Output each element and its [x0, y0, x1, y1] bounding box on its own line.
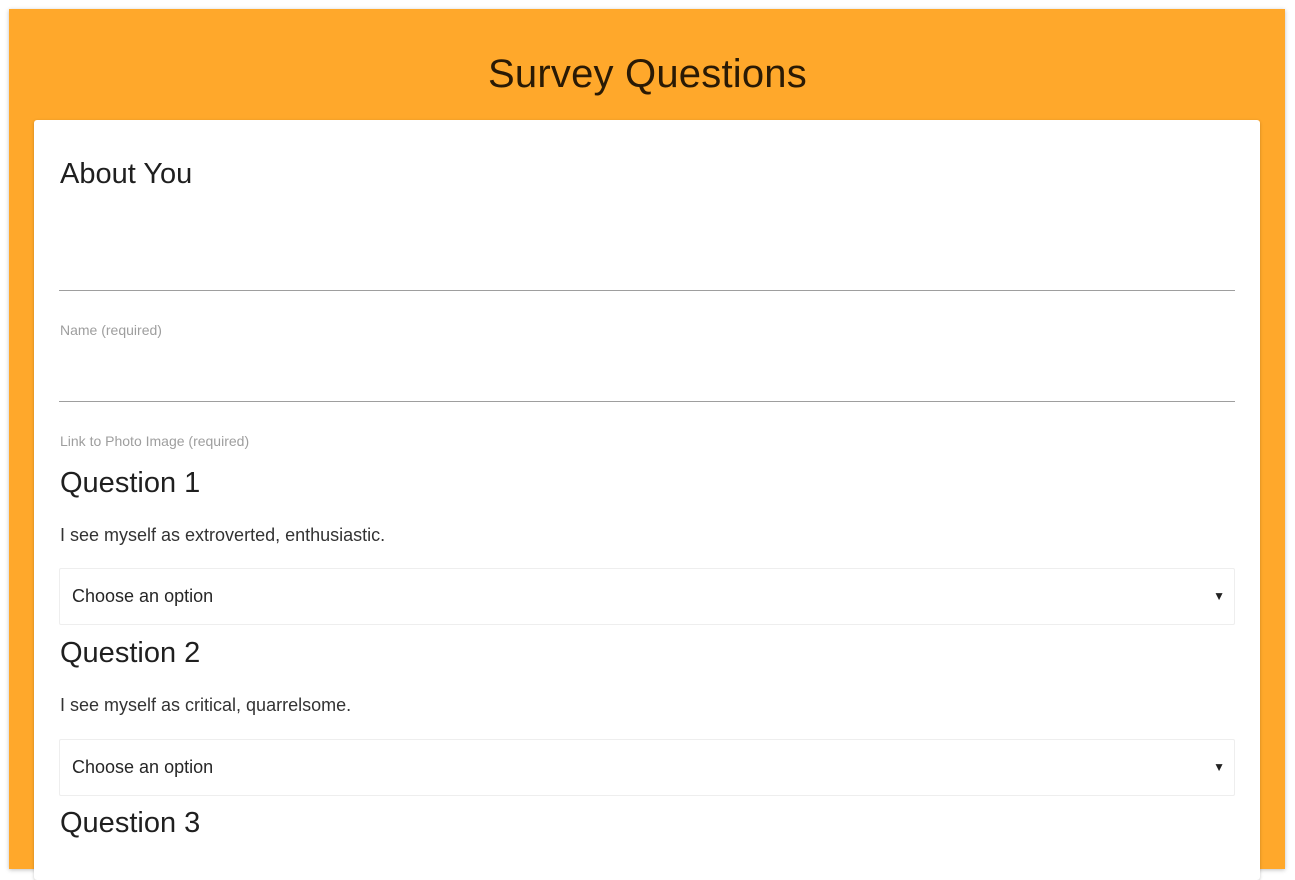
caret-down-icon: ▼	[1213, 589, 1225, 603]
question-1-heading: Question 1	[60, 467, 201, 499]
question-2-selected-value: Choose an option	[72, 757, 214, 777]
survey-card: About You Name (required) Link to Photo …	[34, 120, 1260, 880]
question-2-text: I see myself as critical, quarrelsome.	[60, 695, 352, 715]
question-1-select[interactable]: Choose an option ▼	[59, 568, 1235, 625]
photo-link-input[interactable]	[59, 371, 1235, 402]
page-title: Survey Questions	[488, 52, 807, 96]
question-1-selected-value: Choose an option	[72, 586, 214, 606]
photo-link-label: Link to Photo Image (required)	[60, 433, 250, 449]
name-label: Name (required)	[60, 322, 162, 338]
caret-down-icon: ▼	[1213, 760, 1225, 774]
question-3-heading: Question 3	[60, 807, 201, 839]
name-input[interactable]	[59, 260, 1235, 291]
question-2-heading: Question 2	[60, 637, 201, 669]
question-1-text: I see myself as extroverted, enthusiasti…	[60, 525, 386, 545]
question-2-select[interactable]: Choose an option ▼	[59, 739, 1235, 796]
about-you-heading: About You	[60, 158, 193, 190]
